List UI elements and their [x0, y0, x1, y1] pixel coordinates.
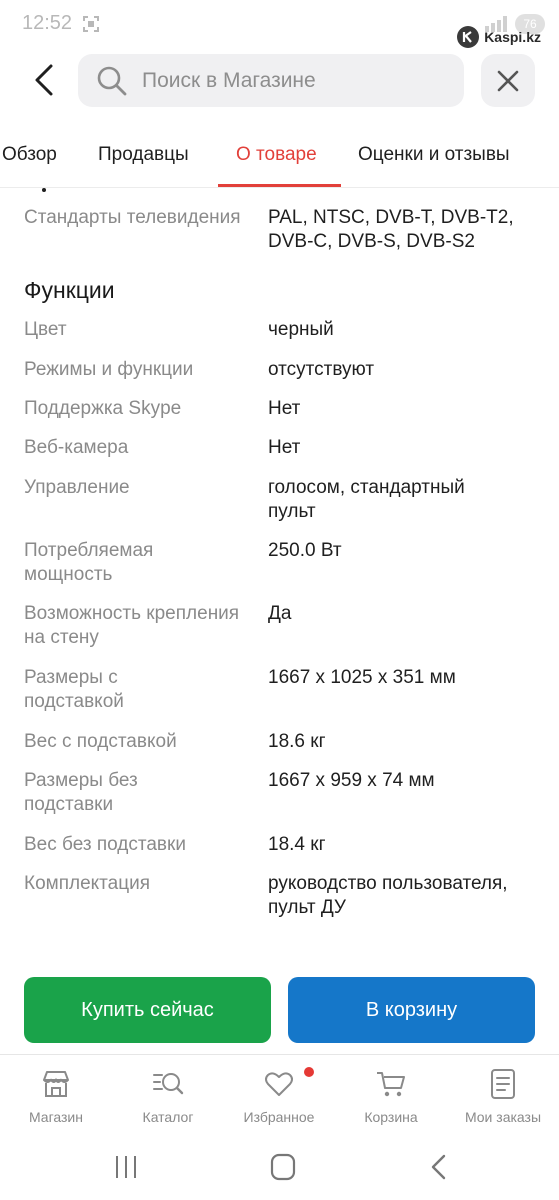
buy-now-button[interactable]: Купить сейчас — [24, 977, 271, 1043]
spec-value: Нет — [268, 437, 301, 458]
tab-reviews[interactable]: Оценки и отзывы — [358, 144, 510, 166]
catalog-search-icon — [153, 1073, 184, 1095]
tab-sellers[interactable]: Продавцы — [98, 144, 189, 166]
nav-label: Избранное — [243, 1109, 315, 1125]
recent-apps-icon[interactable] — [110, 1152, 142, 1182]
spec-value: 18.6 кг — [268, 731, 326, 752]
spec-label: Цвет — [24, 319, 67, 340]
nav-item-favorites[interactable]: Избранное — [224, 1067, 334, 1125]
tab-overview[interactable]: Обзор — [2, 144, 57, 166]
system-back-icon[interactable] — [424, 1152, 456, 1182]
watermark-text: Kaspi.kz — [484, 29, 541, 45]
active-tab-indicator — [218, 184, 341, 187]
nav-item-cart[interactable]: Корзина — [336, 1067, 446, 1125]
close-icon — [497, 70, 519, 91]
nav-label: Корзина — [364, 1109, 418, 1125]
spec-value: черный — [268, 319, 334, 340]
product-tabs: Обзор Продавцы О товаре Оценки и отзывы — [0, 128, 559, 188]
status-time: 12:52 — [22, 12, 73, 34]
spec-label: Вес без подставки — [24, 834, 186, 855]
spec-label: Веб-камера — [24, 437, 129, 458]
spec-label: Комплектация — [24, 873, 151, 894]
back-arrow-icon — [35, 64, 53, 96]
bottom-navigation: Магазин Каталог Избранное Корзина Мои за… — [0, 1054, 559, 1134]
spec-value: 18.4 кг — [268, 834, 326, 855]
spec-label: Размеры без подставки — [24, 770, 138, 815]
nav-item-orders[interactable]: Мои заказы — [448, 1067, 558, 1125]
heart-icon — [265, 1072, 293, 1096]
spec-label: Вес с подставкой — [24, 731, 177, 752]
nav-item-catalog[interactable]: Каталог — [113, 1067, 223, 1125]
spec-label: Возможность крепления на стену — [24, 603, 240, 648]
spec-value: отсутствуют — [268, 359, 375, 380]
add-to-cart-button[interactable]: В корзину — [288, 977, 535, 1043]
search-icon — [97, 66, 127, 95]
spec-value: руководство пользователя, пульт ДУ — [268, 873, 508, 918]
spec-value: Да — [268, 603, 292, 624]
home-icon[interactable] — [267, 1152, 299, 1182]
system-navigation — [0, 1134, 559, 1200]
purchase-actions: Купить сейчас В корзину — [0, 977, 559, 1043]
spec-value: PAL, NTSC, DVB-T, DVB-T2, DVB-C, DVB-S, … — [268, 207, 514, 252]
section-title: Функции — [24, 277, 115, 303]
spec-value: голосом, стандартный пульт — [268, 477, 465, 522]
nav-item-store[interactable]: Магазин — [1, 1067, 111, 1125]
spec-label: Размеры с подставкой — [24, 667, 124, 712]
spec-value: Нет — [268, 398, 301, 419]
nav-label: Магазин — [28, 1109, 83, 1125]
close-button[interactable] — [481, 54, 535, 107]
kaspi-watermark: Kaspi.kz — [457, 26, 541, 48]
spec-label: Режимы и функции — [24, 359, 194, 380]
spec-value: 1667 x 959 x 74 мм — [268, 770, 435, 791]
spec-label: Потребляемая мощность — [24, 540, 154, 585]
scroll-fragment — [42, 188, 46, 192]
nav-label: Мои заказы — [464, 1109, 542, 1125]
search-header — [0, 54, 559, 108]
nav-label: Каталог — [142, 1109, 194, 1125]
notification-dot — [304, 1067, 314, 1077]
tab-about-product[interactable]: О товаре — [236, 144, 317, 166]
search-box[interactable] — [78, 54, 464, 107]
back-button[interactable] — [24, 60, 64, 100]
orders-icon — [491, 1069, 515, 1099]
spec-label: Поддержка Skype — [24, 398, 182, 419]
cart-icon — [377, 1072, 405, 1097]
spec-value: 1667 x 1025 x 351 мм — [268, 667, 456, 688]
spec-label: Стандарты телевидения — [24, 207, 241, 228]
kaspi-logo-icon — [457, 26, 480, 48]
spec-value: 250.0 Вт — [268, 540, 342, 561]
search-input[interactable] — [142, 68, 442, 93]
store-icon — [43, 1071, 69, 1097]
screenshot-icon — [83, 16, 99, 32]
spec-label: Управление — [24, 477, 130, 498]
